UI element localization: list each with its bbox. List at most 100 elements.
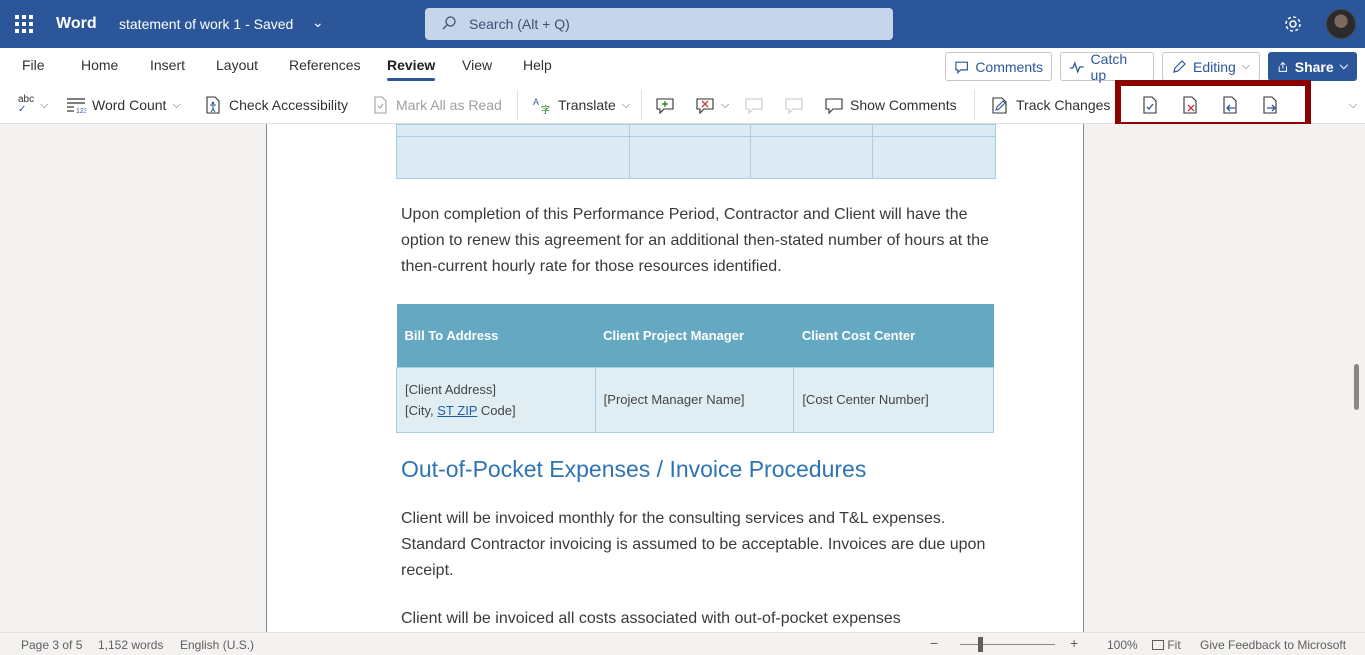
share-icon: [1278, 61, 1288, 72]
word-count-label: Word Count: [92, 97, 167, 113]
bill-to-address-cell[interactable]: [Client Address] [City, ST ZIP Code]: [396, 366, 596, 433]
comment-icon: [955, 61, 968, 74]
search-icon: [442, 16, 456, 30]
expenses-paragraph[interactable]: Client will be invoiced all costs associ…: [401, 606, 1001, 632]
document-name: statement of work 1: [119, 16, 242, 32]
tab-help[interactable]: Help: [523, 57, 552, 73]
svg-text:字: 字: [541, 104, 550, 115]
status-bar: Page 3 of 5 1,152 words English (U.S.) −…: [0, 632, 1365, 655]
title-bar: Word statement of work 1 - Saved ⌄ Searc…: [0, 0, 1365, 48]
vertical-scrollbar-thumb[interactable]: [1354, 364, 1359, 410]
pulse-icon: [1069, 60, 1084, 74]
app-name[interactable]: Word: [56, 15, 97, 33]
chevron-down-icon: ⌵: [172, 98, 181, 111]
document-title[interactable]: statement of work 1 - Saved: [119, 16, 293, 32]
page-indicator[interactable]: Page 3 of 5: [21, 638, 82, 652]
tab-insert[interactable]: Insert: [150, 57, 185, 73]
fit-label: Fit: [1167, 638, 1181, 652]
editing-mode-button[interactable]: Editing ⌵: [1162, 52, 1260, 81]
mark-all-read-button[interactable]: Mark All as Read: [370, 94, 502, 116]
chevron-down-icon[interactable]: ⌄: [312, 14, 324, 31]
continuation-table: [396, 124, 996, 179]
table-cell[interactable]: [750, 124, 874, 137]
ribbon-divider: [641, 90, 642, 120]
table-header[interactable]: Client Cost Center: [793, 304, 994, 367]
table-cell[interactable]: [396, 124, 630, 137]
table-cell[interactable]: [872, 136, 996, 179]
ribbon-divider: [517, 90, 518, 120]
zoom-out-button[interactable]: −: [930, 635, 938, 651]
document-check-icon: [374, 96, 387, 114]
zoom-slider-thumb[interactable]: [978, 637, 983, 652]
previous-comment-icon: [745, 98, 763, 115]
project-manager-cell[interactable]: [Project Manager Name]: [594, 366, 795, 433]
renewal-paragraph[interactable]: Upon completion of this Performance Peri…: [401, 202, 1001, 280]
word-count-icon: 123: [67, 98, 86, 115]
next-comment-button[interactable]: [784, 94, 804, 116]
user-avatar[interactable]: [1326, 9, 1356, 39]
check-accessibility-button[interactable]: Check Accessibility: [203, 94, 348, 116]
table-cell[interactable]: [750, 136, 874, 179]
new-comment-button[interactable]: [655, 94, 675, 116]
mark-all-read-label: Mark All as Read: [396, 97, 502, 113]
address-line-2: [City, ST ZIP Code]: [405, 402, 516, 418]
spelling-button[interactable]: abc ✓ ⌵: [18, 94, 48, 116]
spelling-icon: abc ✓: [18, 94, 35, 115]
zoom-slider-track[interactable]: [960, 644, 1055, 645]
comments-button[interactable]: Comments: [945, 52, 1052, 81]
section-heading[interactable]: Out-of-Pocket Expenses / Invoice Procedu…: [401, 456, 866, 483]
zoom-level[interactable]: 100%: [1107, 638, 1138, 652]
editing-label: Editing: [1193, 58, 1236, 75]
app-launcher-icon[interactable]: [15, 15, 33, 33]
tab-review[interactable]: Review: [387, 57, 436, 81]
chevron-down-icon: ⌵: [1339, 60, 1348, 72]
word-count-button[interactable]: 123 Word Count ⌵: [66, 94, 181, 116]
table-header[interactable]: Client Project Manager: [595, 304, 794, 367]
table-cell[interactable]: [628, 124, 752, 137]
state-zip-link[interactable]: ST ZIP: [437, 403, 477, 418]
table-cell[interactable]: [628, 136, 752, 179]
comments-icon: [825, 98, 843, 115]
tab-home[interactable]: Home: [81, 57, 118, 73]
track-changes-icon: [992, 97, 1007, 114]
svg-text:123: 123: [76, 108, 86, 115]
word-count-status[interactable]: 1,152 words: [98, 638, 163, 652]
accessibility-icon: [206, 96, 220, 114]
chevron-down-icon: ⌵: [40, 98, 49, 111]
invoicing-paragraph[interactable]: Client will be invoiced monthly for the …: [401, 506, 1001, 584]
pencil-icon: [1173, 59, 1186, 73]
show-comments-button[interactable]: Show Comments: [824, 94, 957, 116]
check-accessibility-label: Check Accessibility: [229, 97, 349, 113]
translate-icon: A字: [533, 97, 550, 115]
language-status[interactable]: English (U.S.): [180, 638, 254, 652]
search-placeholder: Search (Alt + Q): [469, 16, 570, 32]
previous-comment-button[interactable]: [744, 94, 764, 116]
fit-button[interactable]: Fit: [1152, 638, 1181, 652]
tab-view[interactable]: View: [462, 57, 492, 73]
translate-button[interactable]: A字 Translate ⌵: [532, 94, 630, 116]
delete-comment-button[interactable]: ⌵: [695, 94, 729, 116]
catch-up-button[interactable]: Catch up: [1060, 51, 1154, 83]
tab-layout[interactable]: Layout: [216, 57, 258, 73]
table-cell[interactable]: [396, 136, 630, 179]
comments-label: Comments: [975, 58, 1043, 75]
cost-center-cell[interactable]: [Cost Center Number]: [793, 366, 994, 433]
ribbon-expand-button[interactable]: ⌵: [1349, 94, 1357, 116]
feedback-link[interactable]: Give Feedback to Microsoft: [1200, 638, 1346, 652]
translate-label: Translate: [558, 97, 616, 113]
settings-gear-icon[interactable]: [1283, 14, 1303, 34]
tab-references[interactable]: References: [289, 57, 361, 73]
title-separator: -: [245, 16, 250, 32]
table-header[interactable]: Bill To Address: [396, 304, 596, 367]
chevron-down-icon: ⌵: [621, 98, 631, 111]
show-comments-label: Show Comments: [850, 97, 957, 113]
fit-icon: [1152, 640, 1164, 650]
search-box[interactable]: Search (Alt + Q): [425, 8, 893, 40]
tab-file[interactable]: File: [22, 57, 45, 73]
save-status: Saved: [253, 16, 294, 32]
zoom-in-button[interactable]: +: [1070, 635, 1078, 651]
chevron-down-icon: ⌵: [721, 98, 730, 111]
track-changes-button[interactable]: Track Changes: [990, 94, 1110, 116]
table-cell[interactable]: [872, 124, 996, 137]
share-button[interactable]: Share ⌵: [1268, 52, 1357, 81]
